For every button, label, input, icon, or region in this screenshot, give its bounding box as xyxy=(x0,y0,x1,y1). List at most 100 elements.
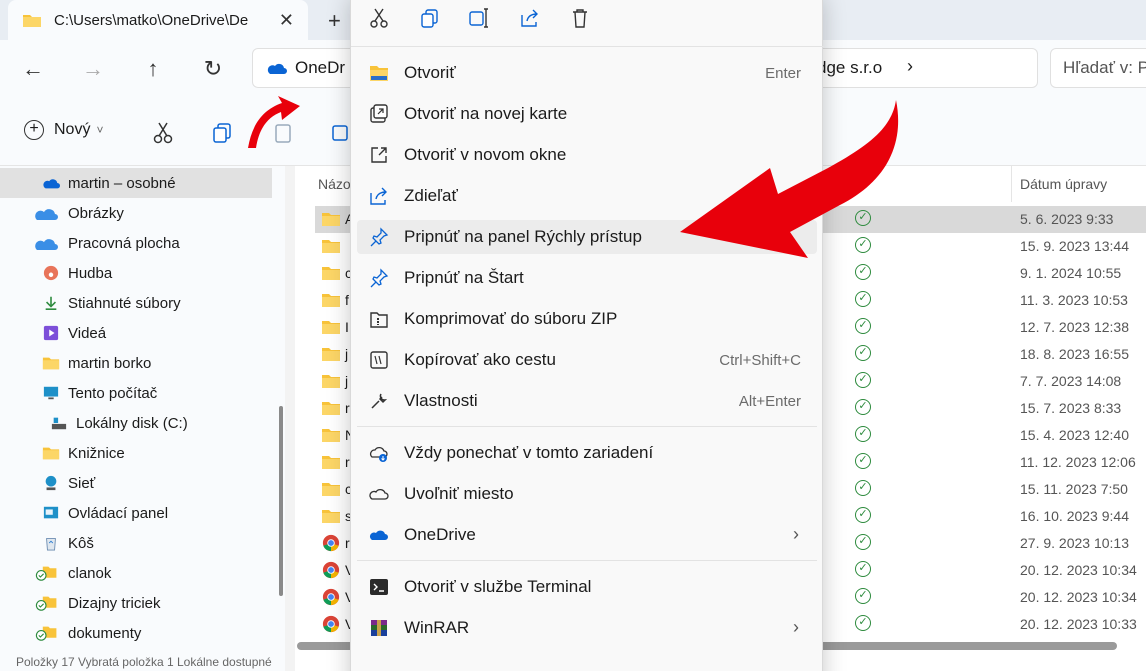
file-date: 15. 7. 2023 8:33 xyxy=(1020,400,1122,416)
menu-item-winrar[interactable]: WinRAR › xyxy=(357,611,817,645)
synced-folder-icon xyxy=(35,596,57,611)
menu-item-pin-quick-access[interactable]: Pripnúť na panel Rýchly prístup xyxy=(357,220,817,254)
menu-item-keep-on-device[interactable]: Vždy ponechať v tomto zariadení xyxy=(357,436,817,470)
share-icon[interactable] xyxy=(519,7,541,29)
sidebar-scrollbar[interactable] xyxy=(279,406,283,596)
file-date: 12. 7. 2023 12:38 xyxy=(1020,319,1129,335)
sidebar-item-libraries[interactable]: Knižnice xyxy=(0,438,272,468)
video-icon xyxy=(43,325,59,341)
sidebar-item-label: Hudba xyxy=(68,264,113,282)
menu-item-label: Kopírovať ako cestu xyxy=(404,350,556,369)
synced-folder-icon xyxy=(35,626,57,641)
column-header-date[interactable]: Dátum úpravy xyxy=(1020,176,1107,192)
sidebar-item-martin-borko[interactable]: martin borko xyxy=(0,348,272,378)
menu-item-open-terminal[interactable]: Otvoriť v službe Terminal xyxy=(357,570,817,604)
menu-item-label: WinRAR xyxy=(404,618,470,637)
menu-item-open-new-window[interactable]: Otvoriť v novom okne xyxy=(357,138,817,172)
menu-item-shortcut: Ctrl+Shift+C xyxy=(719,352,801,369)
folder-open-icon xyxy=(370,66,388,81)
menu-item-copy-as-path[interactable]: Kopírovať ako cestu Ctrl+Shift+C xyxy=(357,343,817,377)
sidebar-item-label: Kôš xyxy=(68,534,94,552)
sidebar-item-videos[interactable]: Videá xyxy=(0,318,272,348)
winrar-icon xyxy=(371,620,387,636)
folder-icon xyxy=(322,267,340,280)
sidebar-item-downloads[interactable]: Stiahnuté súbory xyxy=(0,288,272,318)
sidebar-item-label: Obrázky xyxy=(68,204,124,222)
folder-icon xyxy=(322,402,340,415)
file-date: 20. 12. 2023 10:34 xyxy=(1020,589,1137,605)
sidebar-item-local-disk[interactable]: Lokálny disk (C:) xyxy=(0,408,272,438)
library-icon xyxy=(42,447,60,460)
menu-item-open-new-tab[interactable]: Otvoriť na novej karte xyxy=(357,97,817,131)
sync-status-icon: ✓ xyxy=(855,210,871,226)
sidebar-item-pictures[interactable]: Obrázky xyxy=(0,198,272,228)
up-button[interactable]: ↑ xyxy=(138,54,168,84)
search-input[interactable]: Hľadať v: P xyxy=(1050,48,1146,88)
delete-icon[interactable] xyxy=(569,7,591,29)
file-date: 15. 9. 2023 13:44 xyxy=(1020,238,1129,254)
sidebar-item-control-panel[interactable]: Ovládací panel xyxy=(0,498,272,528)
menu-item-onedrive[interactable]: OneDrive › xyxy=(357,518,817,552)
sidebar-item-desktop[interactable]: Pracovná plocha xyxy=(0,228,272,258)
column-header-status[interactable]: av xyxy=(843,176,858,192)
file-name: r xyxy=(345,535,350,551)
folder-icon xyxy=(322,483,340,496)
desktop-icon xyxy=(35,239,58,250)
file-date: 15. 4. 2023 12:40 xyxy=(1020,427,1129,443)
menu-item-properties[interactable]: Vlastnosti Alt+Enter xyxy=(357,384,817,418)
sidebar-item-dokumenty[interactable]: dokumenty xyxy=(0,618,272,648)
folder-icon xyxy=(322,294,340,307)
menu-item-label: OneDrive xyxy=(404,525,476,544)
menu-item-label: Vždy ponechať v tomto zariadení xyxy=(404,443,654,462)
refresh-button[interactable]: ↻ xyxy=(198,54,228,84)
address-segment-end[interactable]: dge s.r.o xyxy=(817,58,882,78)
sidebar-item-music[interactable]: Hudba xyxy=(0,258,272,288)
folder-icon xyxy=(322,213,340,226)
cut-icon[interactable] xyxy=(150,120,176,146)
sync-status-icon: ✓ xyxy=(855,534,871,550)
menu-item-compress-zip[interactable]: Komprimovať do súboru ZIP xyxy=(357,302,817,336)
menu-item-free-space[interactable]: Uvoľniť miesto xyxy=(357,477,817,511)
properties-icon xyxy=(371,393,388,409)
sidebar-item-label: Videá xyxy=(68,324,107,342)
new-button[interactable]: + Nový ˅ xyxy=(24,120,103,140)
sidebar-item-network[interactable]: Sieť xyxy=(0,468,272,498)
new-tab-button[interactable]: + xyxy=(328,8,341,34)
folder-icon xyxy=(322,456,340,469)
sync-status-icon: ✓ xyxy=(855,318,871,334)
sidebar-item-onedrive[interactable]: martin – osobné xyxy=(0,168,272,198)
address-segment-start[interactable]: OneDr xyxy=(295,58,345,78)
sidebar-item-clanok[interactable]: clanok xyxy=(0,558,272,588)
synced-folder-icon xyxy=(35,566,57,581)
menu-item-label: Pripnúť na panel Rýchly prístup xyxy=(404,227,642,246)
file-date: 11. 3. 2023 10:53 xyxy=(1020,292,1128,308)
sidebar-item-recycle-bin[interactable]: Kôš xyxy=(0,528,272,558)
chevron-right-icon[interactable]: › xyxy=(907,56,913,77)
zip-icon xyxy=(370,312,388,328)
navigation-pane: martin – osobné Obrázky Pracovná plocha … xyxy=(0,166,285,671)
sidebar-item-label: Knižnice xyxy=(68,444,125,462)
file-date: 9. 1. 2024 10:55 xyxy=(1020,265,1122,281)
new-tab-icon xyxy=(370,104,388,123)
forward-button[interactable]: → xyxy=(78,54,108,84)
file-date: 7. 7. 2023 14:08 xyxy=(1020,373,1122,389)
menu-item-share[interactable]: Zdieľať xyxy=(357,179,817,213)
share-icon xyxy=(370,187,387,205)
sidebar-item-this-pc[interactable]: Tento počítač xyxy=(0,378,272,408)
sidebar-item-dizajny-triciek[interactable]: Dizajny triciek xyxy=(0,588,272,618)
copy-icon[interactable] xyxy=(210,120,236,146)
menu-item-open[interactable]: Otvoriť Enter xyxy=(357,56,817,90)
column-header-name[interactable]: Názo xyxy=(318,176,351,192)
menu-item-label: Otvoriť v službe Terminal xyxy=(404,577,592,596)
rename-icon[interactable] xyxy=(468,7,490,29)
menu-item-pin-start[interactable]: Pripnúť na Štart xyxy=(357,261,817,295)
sync-status-icon: ✓ xyxy=(855,615,871,631)
file-name: r xyxy=(345,454,350,470)
tab-explorer[interactable]: C:\Users\matko\OneDrive\De ✕ xyxy=(8,0,308,40)
paste-icon[interactable] xyxy=(270,120,296,146)
copy-icon[interactable] xyxy=(419,7,441,29)
cut-icon[interactable] xyxy=(368,7,390,29)
close-tab-icon[interactable]: ✕ xyxy=(279,10,294,31)
chrome-icon xyxy=(322,615,340,633)
back-button[interactable]: ← xyxy=(18,54,48,84)
